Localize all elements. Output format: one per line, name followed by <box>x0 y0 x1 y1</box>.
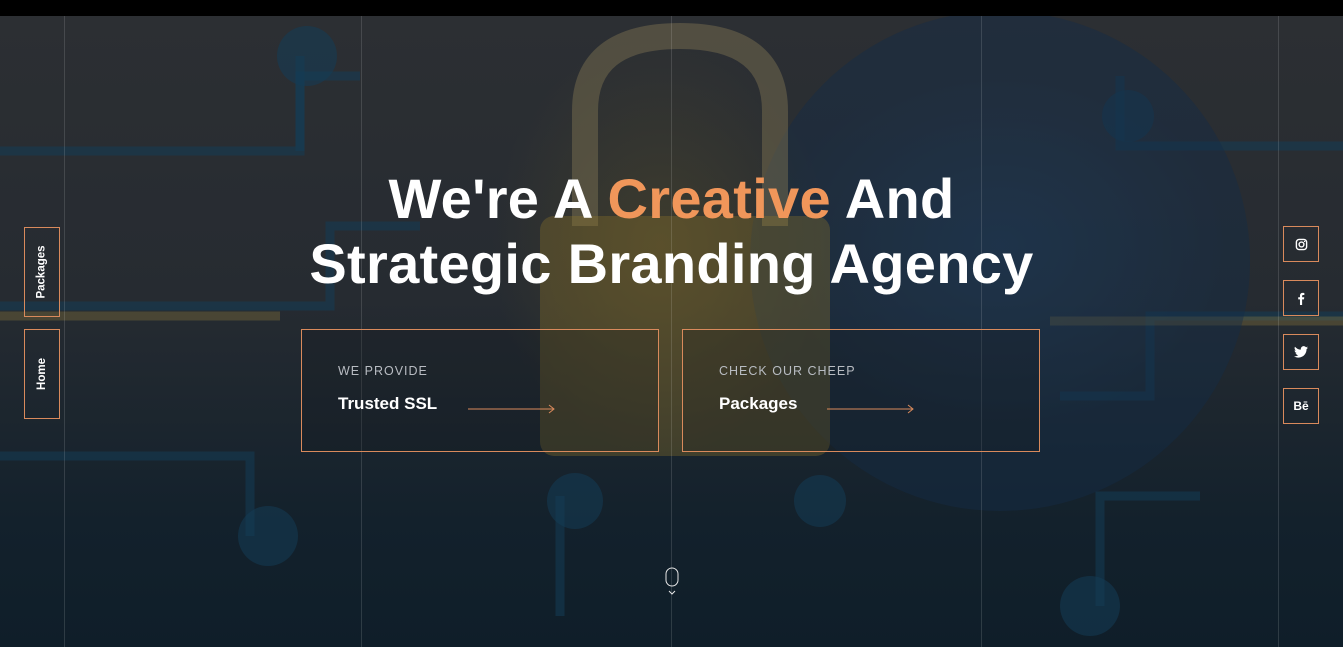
instagram-button[interactable] <box>1283 226 1319 262</box>
arrow-right-icon <box>827 404 914 414</box>
headline-line1-start: We're A <box>388 167 608 230</box>
hero-section: We're A Creative And Strategic Branding … <box>0 16 1343 647</box>
twitter-button[interactable] <box>1283 334 1319 370</box>
behance-icon: Bē <box>1293 399 1309 413</box>
grid-line <box>64 16 65 647</box>
top-bar <box>0 0 1343 16</box>
card-title: Trusted SSL <box>338 394 438 413</box>
twitter-icon <box>1294 346 1308 358</box>
scroll-down-icon[interactable] <box>665 567 679 597</box>
card-title: Packages <box>719 394 798 413</box>
facebook-icon <box>1298 292 1305 305</box>
headline-line1-end: And <box>830 167 955 230</box>
arrow-right-icon <box>468 404 555 414</box>
grid-line <box>1278 16 1279 647</box>
trusted-ssl-card[interactable]: WE PROVIDE Trusted SSL <box>301 329 659 452</box>
headline-line2: Strategic Branding Agency <box>309 232 1034 295</box>
packages-card[interactable]: CHECK OUR CHEEP Packages <box>682 329 1040 452</box>
side-nav-label: Home <box>35 358 48 390</box>
grid-line <box>671 16 672 647</box>
behance-button[interactable]: Bē <box>1283 388 1319 424</box>
side-nav-label: Packages <box>36 245 49 299</box>
side-nav-packages[interactable]: Packages <box>24 227 60 317</box>
hero-headline: We're A Creative And Strategic Branding … <box>200 166 1143 296</box>
card-kicker: CHECK OUR CHEEP <box>719 364 856 378</box>
headline-accent-word: Creative <box>607 167 831 230</box>
instagram-icon <box>1295 238 1307 250</box>
facebook-button[interactable] <box>1283 280 1319 316</box>
side-nav-home[interactable]: Home <box>24 329 60 419</box>
card-kicker: WE PROVIDE <box>338 364 428 378</box>
